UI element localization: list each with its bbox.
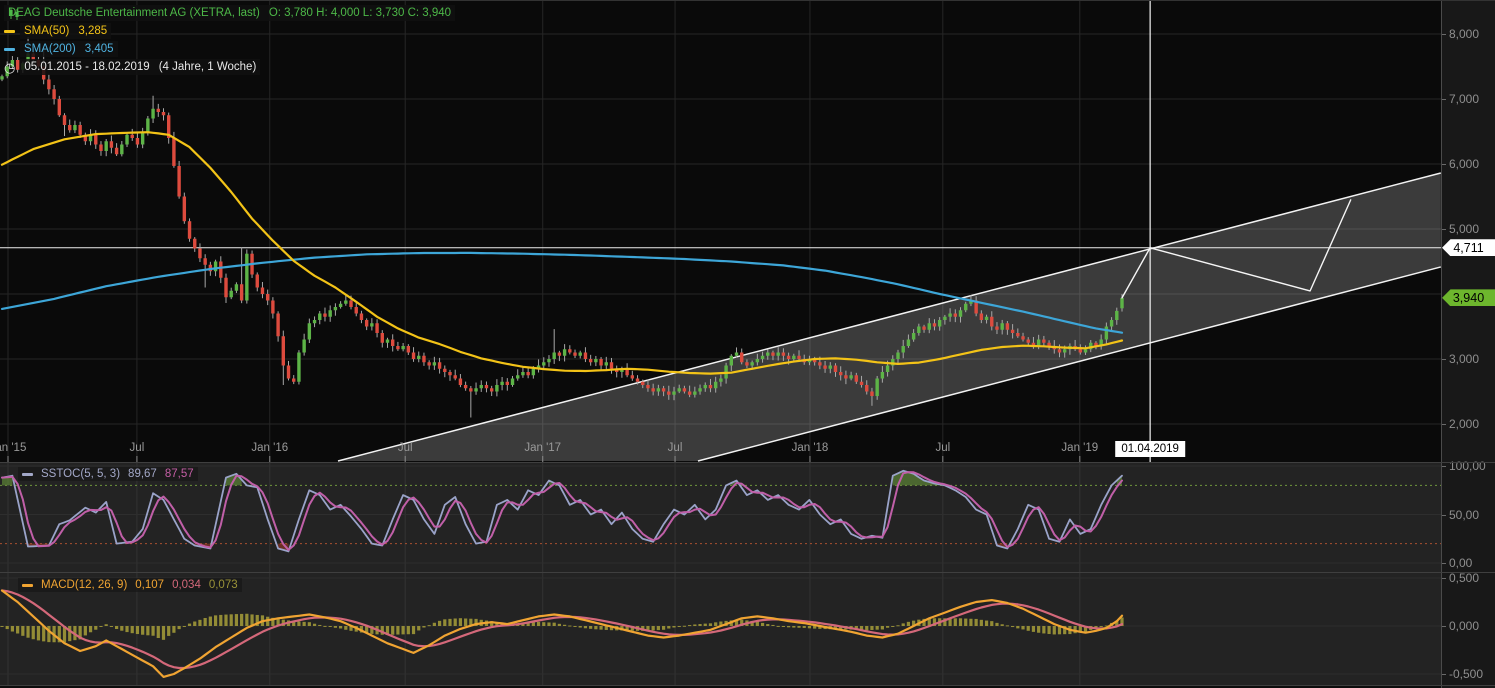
last-price-tag: 3,940 [1442,289,1495,306]
axis-tick [1442,466,1446,467]
sma200-dash-icon [4,48,15,51]
axis-tick [1442,515,1446,516]
stochastic-label: SSTOC(5, 5, 3) [41,468,120,480]
axis-tick [1442,99,1446,100]
crosshair-date-label: 01.04.2019 [1115,441,1185,457]
macd-label: MACD(12, 26, 9) [41,579,127,591]
chart-legend: DEAG Deutsche Entertainment AG (XETRA, l… [4,5,455,77]
panel-separator[interactable] [0,462,1495,463]
y-axis-label: 8,000 [1449,27,1479,41]
stochastic-legend: SSTOC(5, 5, 3) 89,67 87,57 [18,467,198,481]
axis-tick [1442,359,1446,360]
y-axis-label: -0,500 [1449,667,1483,681]
stochastic-dash-icon [22,473,33,476]
axis-tick [1442,563,1446,564]
candlestick-icon [8,7,21,20]
y-axis-label: 0,000 [1449,619,1479,633]
price-axis[interactable]: 8,0007,0006,0005,0003,0002,000100,0050,0… [1441,1,1495,688]
axis-tick [1442,578,1446,579]
crosshair-price-value: 4,711 [1453,241,1483,255]
stochastic-d-value: 87,57 [165,468,194,480]
macd-dash-icon [22,584,33,587]
macd-value: 0,107 [135,579,164,591]
date-range: 05.01.2015 - 18.02.2019 [24,60,149,74]
ohlc-readout: O: 3,780 H: 4,000 L: 3,730 C: 3,940 [269,6,451,20]
y-axis-label: 0,500 [1449,571,1479,585]
axis-tick [1442,626,1446,627]
axis-tick [1442,424,1446,425]
y-axis-label: 5,000 [1449,222,1479,236]
panel-separator [0,685,1495,686]
axis-tick [1442,674,1446,675]
crosshair-price-tag: 4,711 [1442,239,1495,256]
y-axis-label: 0,00 [1449,556,1472,570]
axis-tick [1442,229,1446,230]
macd-signal-value: 0,034 [172,579,201,591]
sma200-label: SMA(200) [24,42,76,56]
y-axis-label: 2,000 [1449,417,1479,431]
panel-separator[interactable] [0,572,1495,573]
crosshair-date-value: 01.04.2019 [1121,443,1179,455]
period-label: (4 Jahre, 1 Woche) [159,60,257,74]
y-axis-label: 50,00 [1449,508,1479,522]
chart-window: 8,0007,0006,0005,0003,0002,000100,0050,0… [0,0,1495,688]
macd-hist-value: 0,073 [209,579,238,591]
stochastic-k-value: 89,67 [128,468,157,480]
macd-legend: MACD(12, 26, 9) 0,107 0,034 0,073 [18,578,242,592]
last-price-value: 3,940 [1453,291,1484,305]
instrument-title: DEAG Deutsche Entertainment AG (XETRA, l… [8,6,260,20]
sma200-value: 3,405 [85,42,114,56]
stochastic-panel[interactable] [0,463,1441,573]
y-axis-label: 6,000 [1449,157,1479,171]
y-axis-label: 3,000 [1449,352,1479,366]
y-axis-label: 7,000 [1449,92,1479,106]
sma50-dash-icon [4,30,15,33]
sma50-label: SMA(50) [24,24,69,38]
axis-tick [1442,164,1446,165]
axis-tick [1442,34,1446,35]
sma50-value: 3,285 [78,24,107,38]
clock-icon: ◷ [4,62,15,73]
